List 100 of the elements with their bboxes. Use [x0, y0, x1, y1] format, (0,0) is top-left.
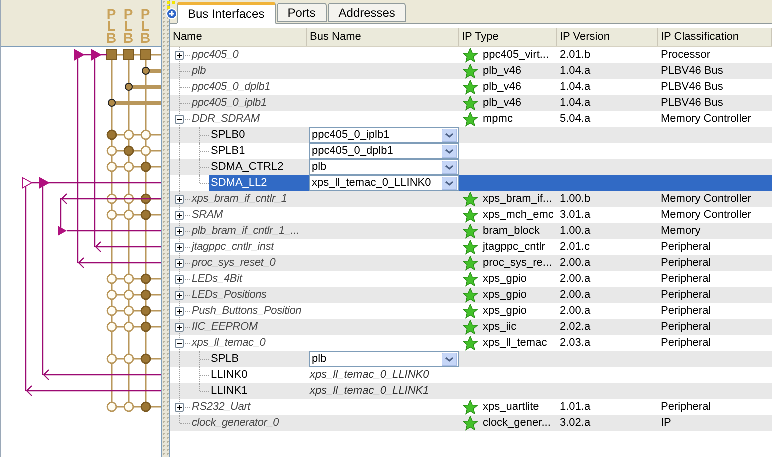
- bus-dropdown[interactable]: xps_ll_temac_0_LLINK0: [309, 175, 459, 191]
- component-name[interactable]: LEDs_Positions: [192, 287, 267, 304]
- tab[interactable]: Bus Interfaces: [177, 2, 276, 24]
- collapse-button[interactable]: [175, 115, 184, 124]
- ip-version: 1.01.a: [560, 400, 591, 415]
- expand-button[interactable]: [175, 275, 184, 284]
- table-row[interactable]: LEDs_Positions xps_gpio 2.00.a Peripheral: [170, 287, 772, 303]
- component-name[interactable]: Push_Buttons_Position: [192, 303, 302, 320]
- ip-classification: Memory Controller: [661, 112, 752, 127]
- ip-type: plb_v46: [483, 96, 522, 111]
- component-name[interactable]: IIC_EEPROM: [192, 319, 258, 336]
- component-name[interactable]: plb_bram_if_cntlr_1_...: [192, 223, 300, 240]
- ip-classification: PLBV46 Bus: [661, 96, 724, 111]
- star-icon: [463, 64, 478, 79]
- column-header[interactable]: IP Version: [557, 28, 658, 46]
- bus-label: PLB: [122, 8, 135, 46]
- component-name[interactable]: proc_sys_reset_0: [192, 255, 276, 272]
- ip-version: 5.04.a: [560, 112, 591, 127]
- component-name[interactable]: SRAM: [192, 207, 223, 224]
- component-name[interactable]: clock_generator_0: [192, 415, 280, 432]
- bus-dropdown[interactable]: plb: [309, 351, 459, 367]
- component-name[interactable]: plb: [192, 63, 206, 80]
- chevron-down-icon: [442, 144, 457, 158]
- component-name[interactable]: ppc405_0_iplb1: [192, 95, 267, 112]
- ip-version: 1.04.a: [560, 80, 591, 95]
- table-row[interactable]: plb_bram_if_cntlr_1_... bram_block 1.00.a Memory: [170, 223, 772, 239]
- expand-button[interactable]: [175, 291, 184, 300]
- collapse-button[interactable]: [175, 339, 184, 348]
- expand-button[interactable]: [175, 403, 184, 412]
- interface-name[interactable]: SDMA_LL2: [209, 175, 307, 191]
- table-row[interactable]: SPLB plb: [170, 351, 772, 367]
- ip-classification: Peripheral: [661, 256, 712, 271]
- table-row[interactable]: SPLB0 ppc405_0_iplb1: [170, 127, 772, 143]
- star-icon: [463, 256, 478, 271]
- column-header[interactable]: IP Classification: [658, 28, 772, 46]
- component-name[interactable]: xps_ll_temac_0: [192, 335, 266, 352]
- ip-version: 2.00.a: [560, 272, 591, 287]
- table-row[interactable]: xps_bram_if_cntlr_1 xps_bram_if... 1.00.b Memory Controller: [170, 191, 772, 207]
- expand-button[interactable]: [175, 227, 184, 236]
- add-icon[interactable]: [166, 0, 178, 20]
- expand-button[interactable]: [175, 307, 184, 316]
- table-row[interactable]: SDMA_CTRL2 plb: [170, 159, 772, 175]
- chevron-down-icon: [442, 128, 457, 142]
- ip-version: 1.04.a: [560, 96, 591, 111]
- expand-button[interactable]: [175, 51, 184, 60]
- tab[interactable]: Addresses: [328, 3, 406, 22]
- interface-name[interactable]: SDMA_CTRL2: [209, 159, 307, 175]
- bus-dropdown[interactable]: plb: [309, 159, 459, 175]
- ip-version: 2.03.a: [560, 336, 591, 351]
- ip-version: 1.00.a: [560, 224, 591, 239]
- table-row[interactable]: ppc405_0_iplb1 plb_v46 1.04.a PLBV46 Bus: [170, 95, 772, 111]
- ip-type: xps_gpio: [483, 288, 528, 303]
- bus-name: xps_ll_temac_0_LLINK1: [308, 384, 430, 399]
- bus-port-icon: [106, 50, 118, 60]
- chevron-down-icon: [442, 176, 457, 190]
- component-name[interactable]: RS232_Uart: [192, 399, 251, 416]
- ip-classification: Memory Controller: [661, 192, 752, 207]
- ip-type: xps_bram_if...: [483, 192, 552, 207]
- expand-button[interactable]: [175, 259, 184, 268]
- ip-type: jtagppc_cntlr: [483, 240, 546, 255]
- table-row[interactable]: IIC_EEPROM xps_iic 2.02.a Peripheral: [170, 319, 772, 335]
- expand-button[interactable]: [175, 323, 184, 332]
- ip-classification: IP: [661, 416, 672, 431]
- component-name[interactable]: ppc405_0_dplb1: [192, 79, 271, 96]
- ip-classification: Processor: [661, 48, 711, 63]
- component-name[interactable]: DDR_SDRAM: [192, 111, 260, 128]
- expand-button[interactable]: [175, 243, 184, 252]
- component-name[interactable]: jtagppc_cntlr_inst: [192, 239, 274, 256]
- column-header[interactable]: Bus Name: [307, 28, 459, 46]
- component-name[interactable]: xps_bram_if_cntlr_1: [192, 191, 288, 208]
- component-name[interactable]: ppc405_0: [192, 47, 239, 64]
- ip-version: 3.01.a: [560, 208, 591, 223]
- interface-name[interactable]: LLINK0: [209, 367, 307, 384]
- table-row[interactable]: plb plb_v46 1.04.a PLBV46 Bus: [170, 63, 772, 79]
- star-icon: [463, 208, 478, 223]
- ip-classification: Memory Controller: [661, 208, 752, 223]
- column-header[interactable]: Name: [170, 28, 307, 46]
- ip-type: xps_gpio: [483, 272, 528, 287]
- star-icon: [463, 416, 478, 431]
- column-header[interactable]: IP Type: [459, 28, 557, 46]
- ip-version: 2.00.a: [560, 304, 591, 319]
- interface-name[interactable]: SPLB1: [209, 143, 307, 159]
- interface-name[interactable]: SPLB0: [209, 127, 307, 143]
- table-row[interactable]: proc_sys_reset_0 proc_sys_re... 2.00.a Peripheral: [170, 255, 772, 271]
- table-row[interactable]: LLINK1 xps_ll_temac_0_LLINK1: [170, 383, 772, 399]
- expand-button[interactable]: [175, 195, 184, 204]
- ip-classification: Memory: [661, 224, 701, 239]
- star-icon: [463, 288, 478, 303]
- component-name[interactable]: LEDs_4Bit: [192, 271, 242, 288]
- table-row[interactable]: clock_generator_0 clock_gener... 3.02.a IP: [170, 415, 772, 431]
- interface-name[interactable]: SPLB: [209, 351, 307, 367]
- tab[interactable]: Ports: [276, 3, 327, 22]
- interface-name[interactable]: LLINK1: [209, 383, 307, 400]
- ip-classification: PLBV46 Bus: [661, 64, 724, 79]
- expand-button[interactable]: [175, 211, 184, 220]
- star-icon: [463, 80, 478, 95]
- bus-dropdown[interactable]: ppc405_0_dplb1: [309, 143, 459, 159]
- star-icon: [463, 336, 478, 351]
- ip-type: proc_sys_re...: [483, 256, 552, 271]
- bus-dropdown[interactable]: ppc405_0_iplb1: [309, 127, 459, 143]
